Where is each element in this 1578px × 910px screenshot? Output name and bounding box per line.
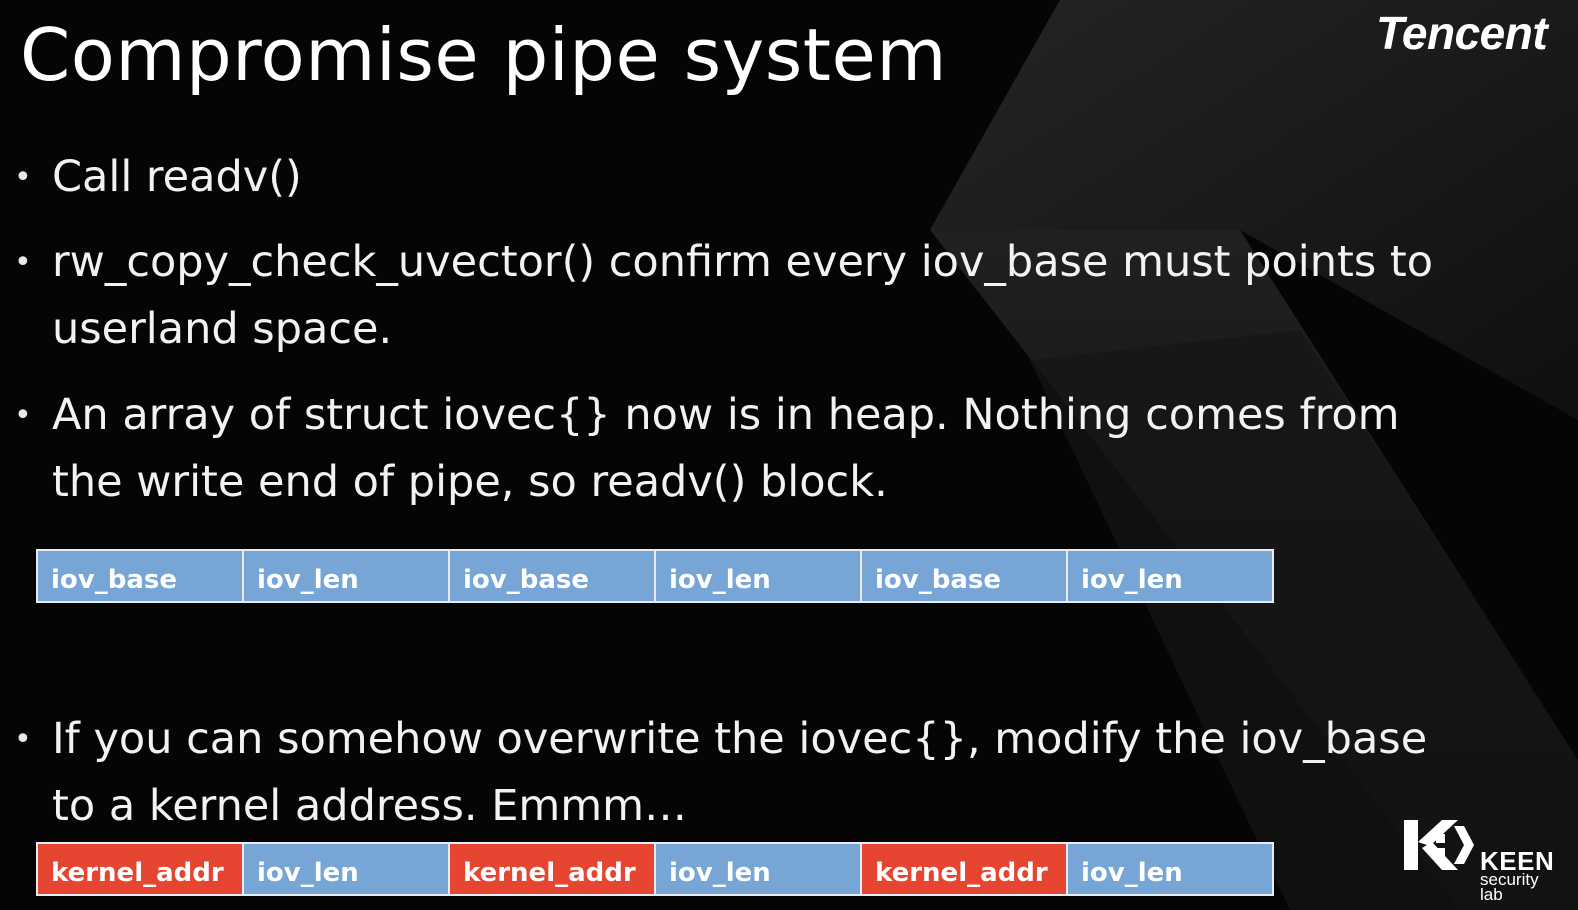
bullet-text: rw_copy_check_uvector() confirm every io…	[52, 237, 1434, 354]
bullet-dot-icon: •	[14, 722, 32, 757]
bullet-dot-icon: •	[14, 398, 32, 433]
bullet-item: • An array of struct iovec{} now is in h…	[14, 382, 1484, 516]
logo-subtitle: lab	[1480, 885, 1503, 904]
iovec-cell-iov-len: iov_len	[1068, 551, 1272, 601]
bullet-item: • Call readv()	[14, 144, 1484, 211]
iovec-cell-kernel-addr: kernel_addr	[450, 844, 654, 894]
iovec-cell-iov-len: iov_len	[1068, 844, 1272, 894]
iovec-cell-iov-base: iov_base	[450, 551, 654, 601]
bullet-item: • rw_copy_check_uvector() confirm every …	[14, 229, 1484, 363]
keen-security-lab-logo: KEEN security lab	[1398, 812, 1568, 910]
bullet-item: • If you can somehow overwrite the iovec…	[14, 706, 1484, 840]
bullet-dot-icon: •	[14, 245, 32, 280]
iovec-cell-iov-base: iov_base	[38, 551, 242, 601]
iovec-cell-iov-base: iov_base	[862, 551, 1066, 601]
keen-k-icon	[1404, 820, 1474, 870]
bullet-text: Call readv()	[52, 152, 302, 202]
iovec-cell-iov-len: iov_len	[656, 551, 860, 601]
bullet-text: An array of struct iovec{} now is in hea…	[52, 390, 1400, 507]
bullet-text: If you can somehow overwrite the iovec{}…	[52, 714, 1428, 831]
bullet-dot-icon: •	[14, 160, 32, 195]
iovec-array-diagram: iov_base iov_len iov_base iov_len iov_ba…	[36, 549, 1274, 603]
iovec-cell-kernel-addr: kernel_addr	[38, 844, 242, 894]
iovec-cell-iov-len: iov_len	[244, 844, 448, 894]
iovec-cell-kernel-addr: kernel_addr	[862, 844, 1066, 894]
iovec-cell-iov-len: iov_len	[244, 551, 448, 601]
slide: Compromise pipe system Tencent • Call re…	[0, 0, 1578, 910]
overwritten-iovec-array-diagram: kernel_addr iov_len kernel_addr iov_len …	[36, 842, 1274, 896]
iovec-cell-iov-len: iov_len	[656, 844, 860, 894]
bullet-list: • Call readv() • rw_copy_check_uvector()…	[0, 0, 1578, 910]
